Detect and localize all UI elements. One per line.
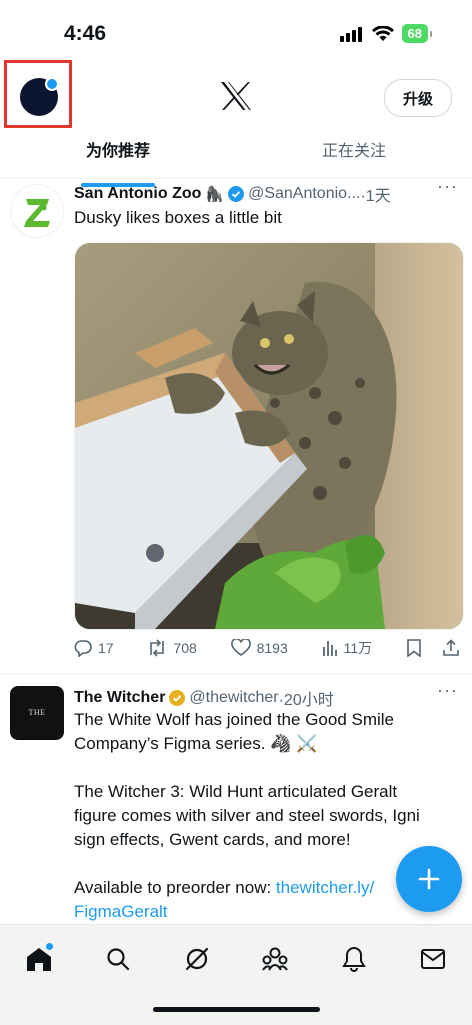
notifications-icon [342,946,366,972]
retweet-icon [150,639,165,657]
author-emoji: 🦍 [205,186,225,203]
notification-dot [45,77,59,91]
reply-count: 17 [98,640,114,656]
cat-in-box-photo [75,243,463,629]
upgrade-button[interactable]: 升级 [383,79,452,117]
views-chart-icon [322,641,337,656]
status-icons: 68 [339,24,432,43]
witcher-avatar[interactable]: THE WITCHER [10,686,64,740]
signal-icon [339,26,362,42]
tweet-header: San Antonio Zoo 🦍 @SanAntonio... ·1天 [74,182,464,206]
communities-icon [262,947,289,971]
tweet-line: The Witcher 3: Wild Hunt articulated Ger… [74,782,398,801]
like-count: 8193 [256,640,288,656]
tweet-line: The White Wolf has joined the Good Smile [74,710,395,729]
reply-icon [74,640,92,657]
tab-for-you[interactable]: 为你推荐 [0,134,236,187]
author-handle[interactable]: @thewitcher [189,689,278,707]
heart-icon [230,639,251,656]
like-button[interactable]: 8193 [230,639,288,657]
tab-following-label: 正在关注 [321,141,386,160]
zoo-logo-icon [24,199,50,227]
nav-home[interactable] [17,941,61,977]
witcher-logo: THE WITCHER [28,708,46,717]
author-handle[interactable]: @SanAntonio... [248,185,360,203]
grok-icon [185,947,208,971]
messages-icon [420,949,445,969]
tab-following[interactable]: 正在关注 [236,134,472,178]
plus-icon [418,868,440,890]
tweet-line: figure comes with silver and steel sword… [74,806,420,825]
tweet-line: Company’s Figma series. 🦓 ⚔️ [74,734,318,753]
tweet-time: ·20小时 [278,692,334,709]
share-icon[interactable] [442,639,460,657]
tweet-text: Dusky likes boxes a little bit [74,208,282,227]
tweet-header: The Witcher @thewitcher ·20小时 [74,686,464,710]
reply-button[interactable]: 17 [74,639,114,657]
preorder-link[interactable]: thewitcher.ly/ [276,878,374,897]
verified-badge-icon [228,186,245,202]
tweet-san-antonio-zoo[interactable]: San Antonio Zoo 🦍 @SanAntonio... ·1天 ···… [0,176,472,675]
author-name[interactable]: The Witcher [74,689,165,707]
preorder-link-continued[interactable]: FigmaGeralt [74,900,464,924]
battery-indicator: 68 [401,24,428,43]
tweet-actions: 17 708 8193 11万 [74,638,460,658]
compose-button[interactable] [396,846,462,912]
tweet-media-image[interactable] [74,242,464,630]
battery-tip [430,30,432,37]
more-options-icon[interactable]: ··· [437,176,458,197]
bookmark-share-group [406,639,460,657]
status-time: 4:46 [64,22,107,45]
retweet-button[interactable]: 708 [147,639,197,657]
nav-grok[interactable] [175,941,219,977]
verified-gold-badge-icon [169,690,186,706]
preorder-text: Available to preorder now: [74,878,276,897]
profile-avatar[interactable] [20,77,59,116]
author-name[interactable]: San Antonio Zoo [74,185,201,203]
retweet-count: 708 [173,640,197,656]
tweet-time: ·1天 [360,188,391,205]
zoo-avatar[interactable] [10,184,64,238]
nav-messages[interactable] [411,941,455,977]
timeline-tabs: 为你推荐 正在关注 [0,134,472,187]
x-logo-icon[interactable] [219,80,253,112]
wifi-icon [371,25,394,41]
nav-notifications[interactable] [332,941,376,977]
status-bar: 4:46 68 [0,0,472,62]
tab-for-you-label: 为你推荐 [85,141,150,160]
home-indicator [153,1007,320,1012]
view-count: 11万 [343,640,373,656]
tweet-line: sign effects, Gwent cards, and more! [74,830,351,849]
more-options-icon[interactable]: ··· [437,680,458,701]
search-icon [107,948,130,971]
views-button[interactable]: 11万 [322,638,373,658]
bookmark-icon[interactable] [406,639,422,657]
nav-search[interactable] [96,941,140,977]
nav-communities[interactable] [253,941,297,977]
